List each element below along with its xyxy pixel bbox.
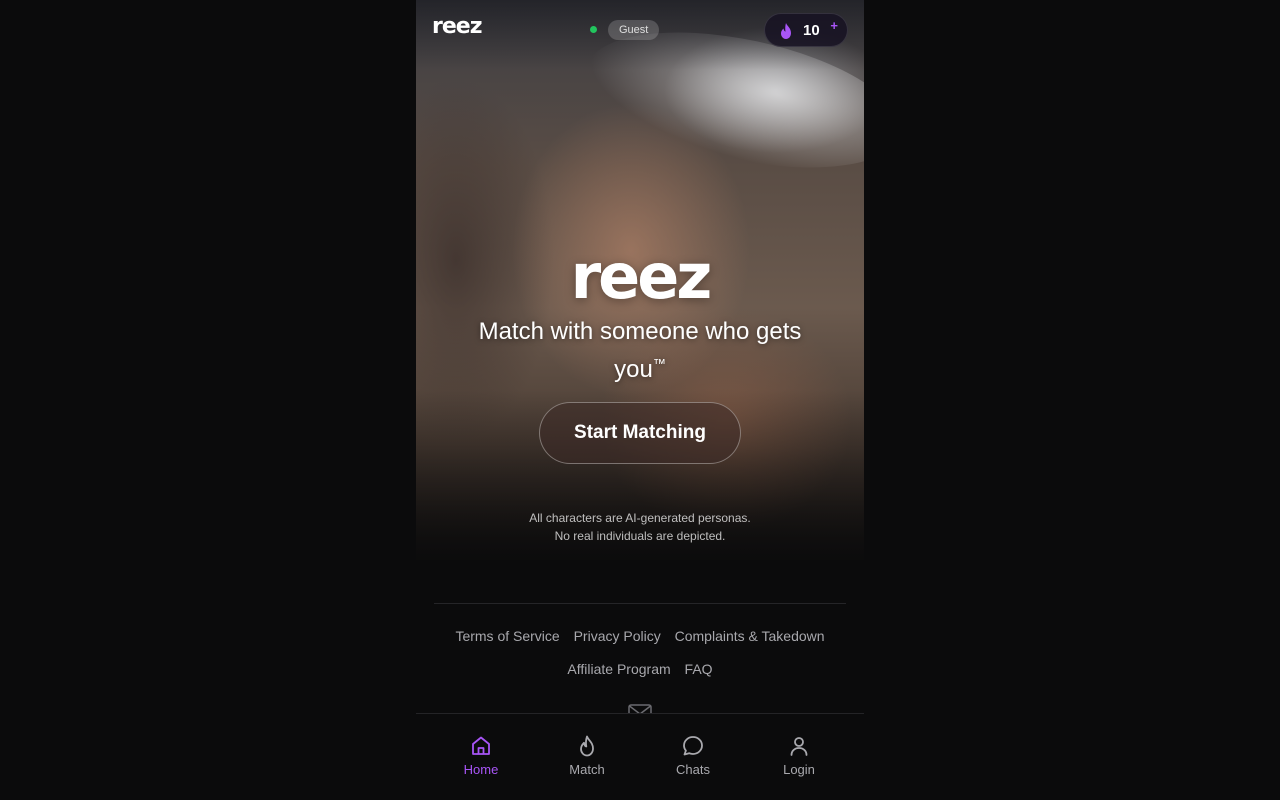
hero-section: reez Guest 10 + reez Match with someone … xyxy=(416,0,864,560)
flame-icon xyxy=(580,735,594,757)
add-credits-icon[interactable]: + xyxy=(830,18,838,33)
terms-of-service-link[interactable]: Terms of Service xyxy=(455,628,559,644)
nav-home[interactable]: Home xyxy=(436,734,526,777)
credits-button[interactable]: 10 + xyxy=(764,13,848,47)
privacy-policy-link[interactable]: Privacy Policy xyxy=(574,628,661,644)
complaints-takedown-link[interactable]: Complaints & Takedown xyxy=(675,628,825,644)
flame-icon xyxy=(781,23,791,39)
nav-login[interactable]: Login xyxy=(754,734,844,777)
footer-divider xyxy=(434,603,846,604)
trademark-symbol: ™ xyxy=(652,356,666,371)
hero-tagline: Match with someone who gets you™ xyxy=(478,318,802,383)
nav-match[interactable]: Match xyxy=(542,734,632,777)
header-logo[interactable]: reez xyxy=(432,14,482,39)
hero-logo: reez xyxy=(570,240,713,313)
affiliate-program-link[interactable]: Affiliate Program xyxy=(567,661,670,677)
start-matching-button[interactable]: Start Matching xyxy=(539,402,741,464)
home-icon xyxy=(472,736,490,755)
bottom-navigation: Home Match Chats Login xyxy=(416,713,864,800)
user-icon xyxy=(790,737,808,756)
chat-bubble-icon xyxy=(683,736,703,756)
ai-disclaimer: All characters are AI-generated personas… xyxy=(529,511,751,543)
app-container: reez Guest 10 + reez Match with someone … xyxy=(416,0,864,800)
nav-chats[interactable]: Chats xyxy=(648,734,738,777)
faq-link[interactable]: FAQ xyxy=(685,661,713,677)
footer-links: Terms of Service Privacy Policy Complain… xyxy=(416,626,864,692)
credits-count: 10 xyxy=(803,22,820,39)
online-status-dot xyxy=(590,26,597,33)
guest-status-badge: Guest xyxy=(608,20,660,40)
